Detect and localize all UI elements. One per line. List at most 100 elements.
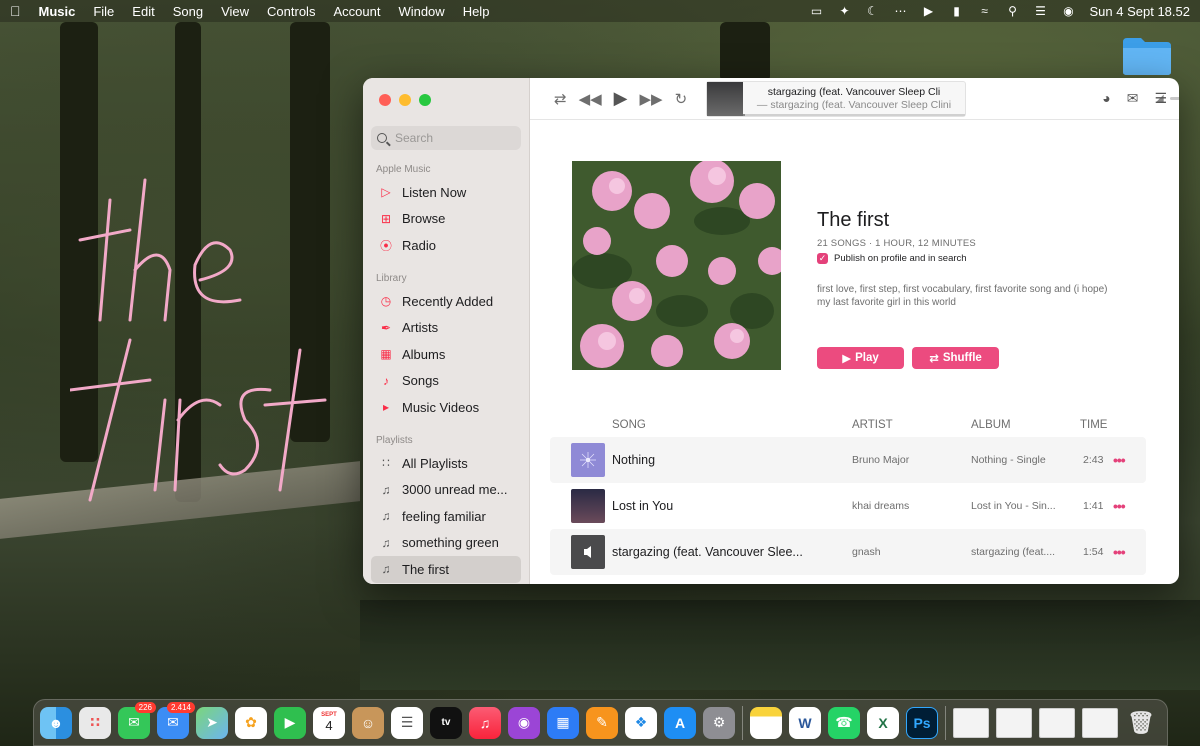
menu-app-name[interactable]: Music	[39, 4, 76, 19]
track-album[interactable]: stargazing (feat....	[971, 546, 1055, 558]
next-track-icon[interactable]: ▶▶	[640, 90, 663, 108]
track-artist[interactable]: gnash	[852, 546, 881, 558]
sidebar-item-all-playlists[interactable]: ∷ All Playlists	[371, 450, 521, 477]
now-playing-icon[interactable]: ▶	[922, 4, 936, 18]
keynote-icon[interactable]: ▦	[547, 706, 579, 739]
previous-track-icon[interactable]: ◀◀	[579, 90, 602, 108]
calendar-icon[interactable]: SEPT 4	[313, 706, 345, 739]
wifi-icon[interactable]: ≈	[978, 4, 992, 18]
column-header-artist[interactable]: ARTIST	[852, 419, 893, 431]
sidebar-item-playlist[interactable]: ♫ feeling familiar	[371, 503, 521, 530]
sidebar-item-radio[interactable]: ⦿ Radio	[371, 232, 521, 259]
photos-icon[interactable]: ✿	[235, 706, 267, 739]
airplay-icon[interactable]: ◕	[1102, 90, 1110, 107]
track-album[interactable]: Lost in You - Sin...	[971, 500, 1056, 512]
table-row[interactable]: Nothing Bruno Major Nothing - Single 2:4…	[550, 437, 1146, 483]
playback-progress-bar[interactable]	[743, 114, 965, 116]
photoshop-icon[interactable]: Ps	[906, 706, 938, 739]
menu-file[interactable]: File	[93, 4, 114, 19]
word-icon[interactable]: W	[789, 706, 821, 739]
sidebar-item-albums[interactable]: ▦ Albums	[371, 341, 521, 368]
track-album[interactable]: Nothing - Single	[971, 454, 1046, 466]
now-playing-lcd[interactable]: stargazing (feat. Vancouver Sleep Cli — …	[706, 81, 966, 117]
zoom-button[interactable]	[419, 94, 431, 106]
column-header-time[interactable]: TIME	[1080, 419, 1107, 431]
control-center-icon[interactable]: ☰	[1034, 4, 1048, 18]
checkmark-icon[interactable]: ✓	[817, 253, 828, 264]
apple-tv-icon[interactable]: tv	[430, 706, 462, 739]
up-next-list-icon[interactable]: ☰	[1154, 90, 1167, 107]
menu-window[interactable]: Window	[398, 4, 444, 19]
sidebar-item-playlist-selected[interactable]: ♫ The first	[371, 556, 521, 583]
spotlight-search-icon[interactable]: ⚲	[1006, 4, 1020, 18]
menubar-datetime[interactable]: Sun 4 Sept 18.52	[1090, 4, 1190, 19]
search-input[interactable]: Search	[371, 126, 521, 150]
finder-icon[interactable]: ☻	[40, 706, 72, 739]
music-icon[interactable]: ♫	[469, 706, 501, 739]
siri-icon[interactable]: ◉	[1062, 4, 1076, 18]
table-row[interactable]: Lost in You khai dreams Lost in You - Si…	[550, 483, 1146, 529]
facetime-icon[interactable]: ▶	[274, 706, 306, 739]
battery-icon[interactable]: ▮	[950, 4, 964, 18]
mail-icon[interactable]: ✉ 2.414	[157, 701, 195, 739]
sidebar-item-artists[interactable]: ✒ Artists	[371, 314, 521, 341]
apple-icon[interactable]: 	[10, 3, 21, 19]
pages-icon[interactable]: ✎	[586, 706, 618, 739]
sidebar-item-label: Browse	[402, 211, 446, 227]
whatsapp-icon[interactable]: ☎	[828, 706, 860, 739]
podcasts-icon[interactable]: ◉	[508, 706, 540, 739]
excel-icon[interactable]: X	[867, 706, 899, 739]
bluetooth-icon[interactable]: ✦	[838, 4, 852, 18]
shuffle-icon[interactable]: ⇄	[554, 90, 567, 108]
trash-icon[interactable]: 🗑	[1125, 707, 1157, 739]
row-more-icon[interactable]: •••	[1113, 452, 1126, 468]
messages-icon[interactable]: ✉ 226	[118, 701, 156, 739]
publish-checkbox[interactable]: ✓ Publish on profile and in search	[817, 253, 967, 264]
sidebar-item-songs[interactable]: ♪ Songs	[371, 368, 521, 395]
focus-moon-icon[interactable]: ☾	[866, 4, 880, 18]
column-header-album[interactable]: ALBUM	[971, 419, 1011, 431]
contacts-icon[interactable]: ☺	[352, 706, 384, 739]
reminders-icon[interactable]: ☰	[391, 706, 423, 739]
menu-controls[interactable]: Controls	[267, 4, 315, 19]
desktop-folder-icon[interactable]	[1121, 36, 1173, 76]
minimized-window-thumbnail[interactable]	[1082, 707, 1118, 738]
menu-view[interactable]: View	[221, 4, 249, 19]
table-row[interactable]: stargazing (feat. Vancouver Slee... gnas…	[550, 529, 1146, 575]
launchpad-icon[interactable]: ∷	[79, 706, 111, 739]
maps-icon[interactable]: ➤	[196, 706, 228, 739]
sidebar-item-listen-now[interactable]: ▷ Listen Now	[371, 179, 521, 206]
screen-mirroring-icon[interactable]: ▭	[810, 4, 824, 18]
menu-account[interactable]: Account	[333, 4, 380, 19]
menu-help[interactable]: Help	[463, 4, 490, 19]
row-more-icon[interactable]: •••	[1113, 498, 1126, 514]
sidebar-item-music-videos[interactable]: ▸ Music Videos	[371, 394, 521, 421]
sidebar-item-browse[interactable]: ⊞ Browse	[371, 206, 521, 233]
minimize-button[interactable]	[399, 94, 411, 106]
sidebar-item-playlist[interactable]: ♫ 3000 unread me...	[371, 476, 521, 503]
track-artist[interactable]: khai dreams	[852, 500, 909, 512]
column-header-song[interactable]: SONG	[612, 419, 646, 431]
menu-extra-icon[interactable]: ⋯	[894, 4, 908, 18]
safari-icon[interactable]: ❖	[625, 706, 657, 739]
minimized-window-thumbnail[interactable]	[1039, 707, 1075, 738]
track-title: Nothing	[612, 453, 656, 467]
system-preferences-icon[interactable]: ⚙	[703, 706, 735, 739]
notes-icon[interactable]	[750, 706, 782, 739]
sidebar-item-recently-added[interactable]: ◷ Recently Added	[371, 288, 521, 315]
minimized-window-thumbnail[interactable]	[996, 707, 1032, 738]
repeat-icon[interactable]: ↻	[675, 90, 688, 108]
volume-slider[interactable]	[1169, 97, 1179, 100]
row-more-icon[interactable]: •••	[1113, 544, 1126, 560]
close-button[interactable]	[379, 94, 391, 106]
shuffle-button[interactable]: ⇄ Shuffle	[912, 347, 999, 369]
sidebar-item-playlist[interactable]: ♫ something green	[371, 530, 521, 557]
track-artist[interactable]: Bruno Major	[852, 454, 909, 466]
play-button[interactable]: ▶ Play	[817, 347, 904, 369]
lyrics-icon[interactable]: ✉	[1127, 90, 1139, 107]
app-store-icon[interactable]: A	[664, 706, 696, 739]
menu-edit[interactable]: Edit	[132, 4, 154, 19]
play-icon[interactable]: ▶	[614, 88, 628, 109]
minimized-window-thumbnail[interactable]	[953, 707, 989, 738]
menu-song[interactable]: Song	[173, 4, 203, 19]
